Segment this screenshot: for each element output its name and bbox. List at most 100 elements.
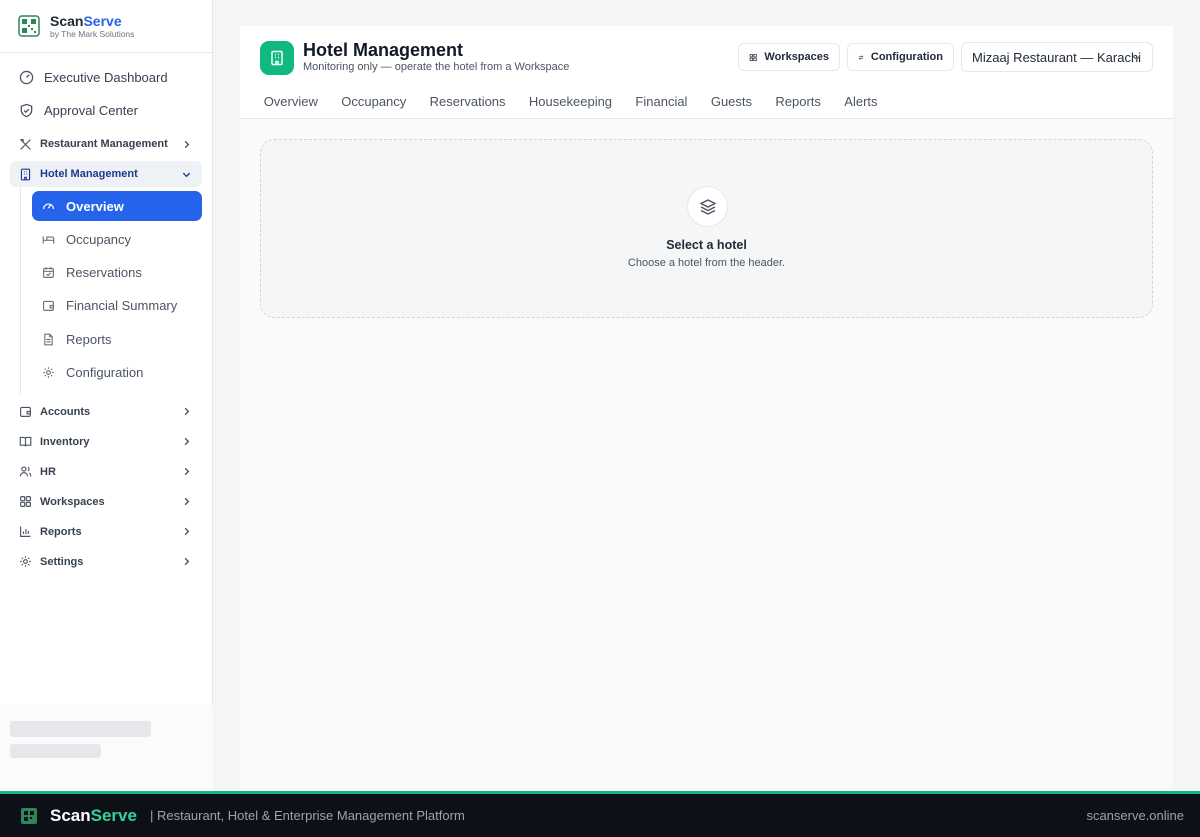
hotel-select[interactable]: Mizaaj Restaurant — Karachi xyxy=(961,42,1153,72)
page-title: Hotel Management xyxy=(303,40,464,60)
wallet-icon xyxy=(43,301,54,312)
footer-brand-part1: Scan xyxy=(50,805,91,825)
sidebar-section-label: Restaurant Management xyxy=(40,138,168,150)
qr-logo-icon xyxy=(21,807,37,824)
sidebar-nav: Executive Dashboard Approval Center Rest… xyxy=(0,53,212,575)
empty-state-message: Choose a hotel from the header. xyxy=(627,257,786,269)
tab-housekeeping[interactable]: Housekeeping xyxy=(517,88,624,115)
sidebar-section-label: Inventory xyxy=(40,435,90,448)
building-icon xyxy=(20,168,31,180)
footer-brand-part2: Serve xyxy=(90,805,137,825)
gear-icon xyxy=(20,556,31,568)
sidebar-item-approval-center[interactable]: Approval Center xyxy=(10,94,202,127)
sidebar-item-configuration[interactable]: Configuration xyxy=(32,357,202,387)
brand-name-part2: Serve xyxy=(83,12,122,29)
tab-financial[interactable]: Financial xyxy=(624,88,699,115)
chevron-right-icon xyxy=(184,498,190,506)
sidebar-item-reservations[interactable]: Reservations xyxy=(32,258,202,288)
configuration-button-label: Configuration xyxy=(870,51,943,63)
bed-icon xyxy=(42,236,55,244)
empty-state: Select a hotel Choose a hotel from the h… xyxy=(260,139,1153,318)
sidebar-item-label: Occupancy xyxy=(66,231,132,247)
sidebar-section-label: Reports xyxy=(40,525,82,538)
tab-alerts[interactable]: Alerts xyxy=(833,88,890,115)
main-content: Hotel Management Monitoring only — opera… xyxy=(240,26,1173,790)
footer: ScanServe | Restaurant, Hotel & Enterpri… xyxy=(0,791,1200,837)
brand-header[interactable]: ScanServe by The Mark Solutions xyxy=(0,0,212,53)
page-header: Hotel Management Monitoring only — opera… xyxy=(240,26,1173,119)
grid-icon xyxy=(20,496,31,508)
sidebar-section-label: Workspaces xyxy=(40,495,105,508)
brand-subtitle: by The Mark Solutions xyxy=(50,28,135,39)
sidebar-section-inventory[interactable]: Inventory xyxy=(10,429,202,455)
skeleton-line xyxy=(10,744,101,758)
sidebar-item-label: Reports xyxy=(66,331,112,347)
chevron-right-icon xyxy=(184,558,190,566)
shield-check-icon xyxy=(20,103,33,118)
sidebar-item-financial-summary[interactable]: Financial Summary xyxy=(32,291,202,321)
chevron-down-icon xyxy=(1132,55,1141,61)
tab-overview[interactable]: Overview xyxy=(252,88,330,115)
chevron-down-icon xyxy=(182,172,191,177)
gauge-icon xyxy=(19,70,34,85)
sidebar-section-reports[interactable]: Reports xyxy=(10,519,202,545)
sidebar-section-restaurant-management[interactable]: Restaurant Management xyxy=(10,131,202,157)
sidebar-item-label: Configuration xyxy=(66,364,144,380)
sidebar-section-accounts[interactable]: Accounts xyxy=(10,399,202,425)
chevron-right-icon xyxy=(184,408,190,416)
file-icon xyxy=(44,333,53,346)
sidebar-item-overview[interactable]: Overview xyxy=(32,191,202,221)
sidebar-item-label: Executive Dashboard xyxy=(44,70,168,85)
users-icon xyxy=(19,466,32,477)
calendar-check-icon xyxy=(43,267,54,279)
wallet-icon xyxy=(20,407,31,418)
qr-logo-icon xyxy=(18,15,40,37)
brand-name: ScanServe xyxy=(50,13,134,29)
sidebar-section-label: HR xyxy=(40,465,56,478)
tab-reports[interactable]: Reports xyxy=(764,88,833,115)
tab-occupancy[interactable]: Occupancy xyxy=(330,88,418,115)
sidebar-item-label: Overview xyxy=(66,198,124,214)
chevron-right-icon xyxy=(184,528,190,536)
chevron-right-icon xyxy=(184,468,190,476)
sidebar-section-label: Settings xyxy=(40,555,84,568)
workspaces-button[interactable]: Workspaces xyxy=(738,43,840,71)
sidebar-item-occupancy[interactable]: Occupancy xyxy=(32,224,202,254)
sidebar-section-workspaces[interactable]: Workspaces xyxy=(10,489,202,515)
hotel-building-icon xyxy=(260,41,294,75)
utensils-icon xyxy=(20,138,31,150)
footer-tagline: | Restaurant, Hotel & Enterprise Managem… xyxy=(149,808,465,823)
sidebar-item-reports[interactable]: Reports xyxy=(32,324,202,354)
chevron-right-icon xyxy=(184,140,190,148)
book-open-icon xyxy=(19,437,32,447)
tab-reservations[interactable]: Reservations xyxy=(418,88,517,115)
brand-name-part1: Scan xyxy=(50,12,84,29)
gear-icon xyxy=(43,367,54,378)
sidebar: ScanServe by The Mark Solutions Executiv… xyxy=(0,0,213,792)
sidebar-item-label: Approval Center xyxy=(44,103,138,118)
empty-state-title: Select a hotel xyxy=(666,238,747,252)
hotel-select-value: Mizaaj Restaurant — Karachi xyxy=(972,49,1142,65)
skeleton-line xyxy=(10,721,151,737)
chevron-right-icon xyxy=(184,438,190,446)
gauge-icon xyxy=(43,203,54,209)
sidebar-item-label: Financial Summary xyxy=(66,298,178,314)
sliders-icon xyxy=(858,55,864,59)
sidebar-section-hr[interactable]: HR xyxy=(10,459,202,485)
hotel-submenu: Overview Occupancy Reservations Financia… xyxy=(20,187,202,395)
sidebar-item-label: Reservations xyxy=(66,265,142,281)
sidebar-section-settings[interactable]: Settings xyxy=(10,549,202,575)
grid-icon xyxy=(749,53,757,61)
layers-icon xyxy=(687,186,728,227)
tab-bar: Overview Occupancy Reservations Housekee… xyxy=(252,88,889,115)
sidebar-item-executive-dashboard[interactable]: Executive Dashboard xyxy=(10,61,202,94)
footer-url[interactable]: scanserve.online xyxy=(1086,808,1184,823)
sidebar-section-hotel-management[interactable]: Hotel Management xyxy=(10,161,202,187)
page-subtitle: Monitoring only — operate the hotel from… xyxy=(303,61,570,73)
sidebar-section-label: Accounts xyxy=(40,405,91,418)
bar-chart-icon xyxy=(20,526,31,538)
sidebar-section-label: Hotel Management xyxy=(40,168,138,180)
configuration-button[interactable]: Configuration xyxy=(847,43,954,71)
user-profile-skeleton xyxy=(0,705,213,792)
tab-guests[interactable]: Guests xyxy=(699,88,764,115)
